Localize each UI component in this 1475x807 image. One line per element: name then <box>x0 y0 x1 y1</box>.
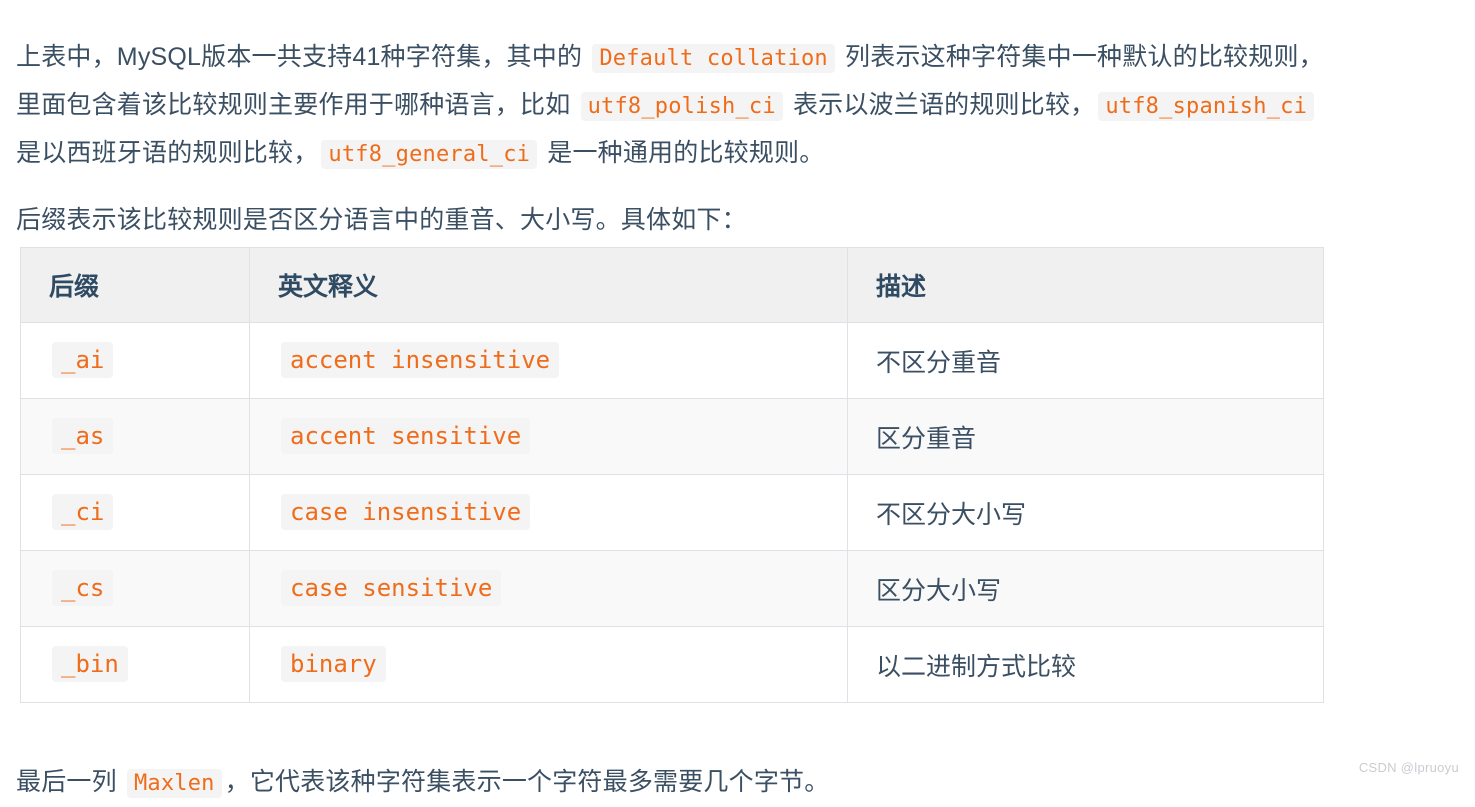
cell-english: accent sensitive <box>249 398 848 475</box>
cell-english: case insensitive <box>249 474 848 551</box>
paragraph-3-segment-1: 最后一列 <box>16 768 124 796</box>
code-english-accent-sensitive: accent sensitive <box>281 418 531 454</box>
code-english-case-insensitive: case insensitive <box>281 494 531 530</box>
cell-suffix: _as <box>20 398 250 475</box>
code-suffix-ci: _ci <box>52 494 114 530</box>
code-suffix-cs: _cs <box>52 570 114 606</box>
cell-description: 不区分大小写 <box>847 474 1324 551</box>
paragraph-suffix-lead-in: 后缀表示该比较规则是否区分语言中的重音、大小写。具体如下： <box>16 206 747 234</box>
cell-suffix: _bin <box>20 626 250 703</box>
cell-description: 区分重音 <box>847 398 1324 475</box>
inline-code-default-collation: Default collation <box>592 44 835 73</box>
article-page: 上表中，MySQL版本一共支持41种字符集，其中的 Default collat… <box>0 0 1475 798</box>
table-row: _ci case insensitive 不区分大小写 <box>20 474 1324 551</box>
paragraph-maxlen: 最后一列 Maxlen ，它代表该种字符集表示一个字符最多需要几个字节。 <box>16 759 1338 807</box>
code-english-binary: binary <box>281 646 386 682</box>
paragraph-1-segment-4: 是以西班牙语的规则比较， <box>16 139 319 167</box>
table-body: _ai accent insensitive 不区分重音 _as accent … <box>20 322 1324 703</box>
cell-english: accent insensitive <box>249 322 848 399</box>
paragraph-1-segment-5: 是一种通用的比较规则。 <box>540 139 825 167</box>
table-header-row: 后缀 英文释义 描述 <box>20 247 1324 323</box>
code-english-accent-insensitive: accent insensitive <box>281 342 560 378</box>
csdn-watermark: CSDN @lpruoyu <box>1358 760 1459 775</box>
cell-suffix: _ci <box>20 474 250 551</box>
column-header-suffix: 后缀 <box>20 247 250 323</box>
cell-description: 不区分重音 <box>847 322 1324 399</box>
code-suffix-ai: _ai <box>52 342 114 378</box>
code-english-case-sensitive: case sensitive <box>281 570 502 606</box>
table-row: _bin binary 以二进制方式比较 <box>20 626 1324 703</box>
column-header-description: 描述 <box>847 247 1324 323</box>
cell-suffix: _ai <box>20 322 250 399</box>
inline-code-utf8-spanish-ci: utf8_spanish_ci <box>1098 92 1315 121</box>
cell-english: case sensitive <box>249 550 848 627</box>
paragraph-1-segment-1: 上表中，MySQL版本一共支持41种字符集，其中的 <box>16 43 590 71</box>
column-header-english: 英文释义 <box>249 247 848 323</box>
paragraph-1-segment-3: 表示以波兰语的规则比较， <box>785 91 1096 119</box>
inline-code-utf8-polish-ci: utf8_polish_ci <box>580 92 783 121</box>
paragraph-3-segment-2: ，它代表该种字符集表示一个字符最多需要几个字节。 <box>224 768 830 796</box>
cell-description: 区分大小写 <box>847 550 1324 627</box>
paragraph-charset-intro: 上表中，MySQL版本一共支持41种字符集，其中的 Default collat… <box>16 34 1338 178</box>
code-suffix-as: _as <box>52 418 114 454</box>
suffix-table-wrapper: 后缀 英文释义 描述 _ai accent insensitive 不区分重音 … <box>20 247 1324 703</box>
inline-code-utf8-general-ci: utf8_general_ci <box>321 140 538 169</box>
suffix-table: 后缀 英文释义 描述 _ai accent insensitive 不区分重音 … <box>20 247 1324 703</box>
cell-english: binary <box>249 626 848 703</box>
code-suffix-bin: _bin <box>52 646 128 682</box>
cell-description: 以二进制方式比较 <box>847 626 1324 703</box>
table-row: _as accent sensitive 区分重音 <box>20 398 1324 475</box>
table-row: _cs case sensitive 区分大小写 <box>20 550 1324 627</box>
inline-code-maxlen: Maxlen <box>126 769 222 798</box>
table-head: 后缀 英文释义 描述 <box>20 247 1324 323</box>
cell-suffix: _cs <box>20 550 250 627</box>
table-row: _ai accent insensitive 不区分重音 <box>20 322 1324 399</box>
